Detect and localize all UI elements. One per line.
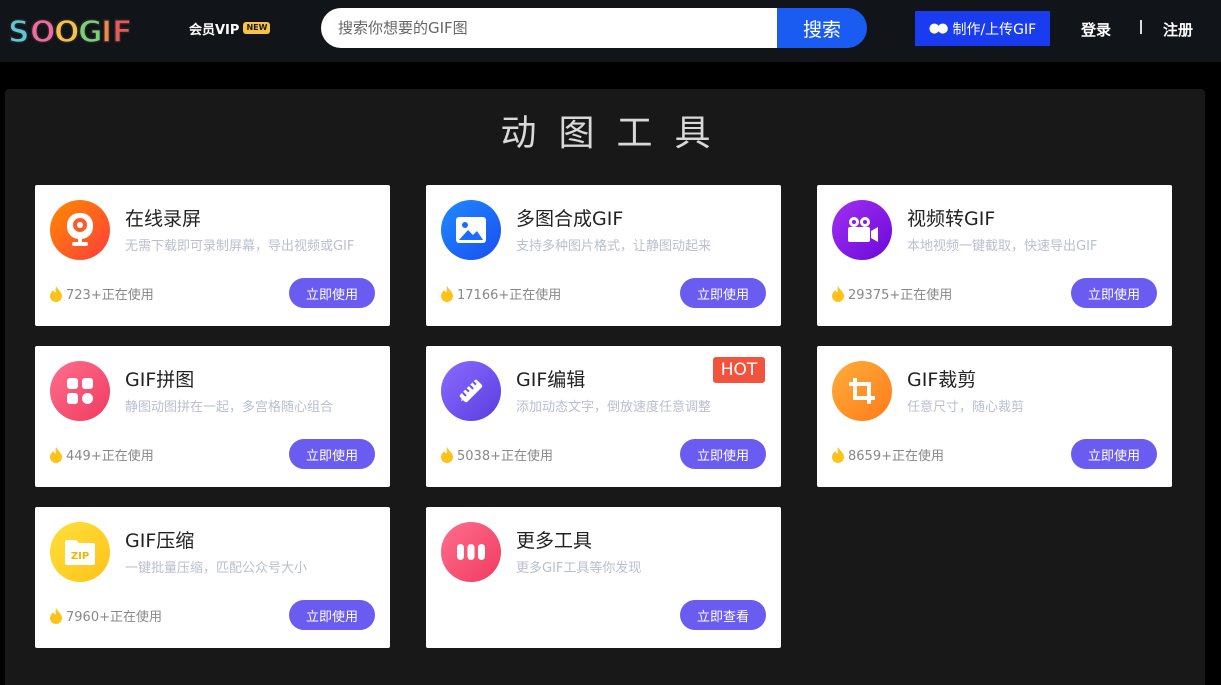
tool-title: GIF裁剪: [907, 369, 977, 391]
usage-count: 5038+正在使用: [440, 445, 553, 464]
usage-text: 449+正在使用: [66, 449, 154, 464]
use-now-button[interactable]: 立即使用: [289, 439, 375, 469]
usage-text: 17166+正在使用: [457, 288, 562, 303]
fire-icon: [50, 607, 62, 624]
svg-text:F: F: [112, 15, 130, 48]
usage-count: 17166+正在使用: [440, 284, 561, 303]
tool-description: 一键批量压缩，匹配公众号大小: [125, 561, 308, 576]
tool-description: 本地视频一键截取，快速导出GIF: [907, 239, 1098, 254]
svg-text:O: O: [30, 15, 56, 48]
use-now-button[interactable]: 立即使用: [680, 278, 766, 308]
video-camera-icon: [832, 200, 892, 260]
vip-link[interactable]: 会员VIP NEW: [189, 19, 271, 38]
tool-description: 静图动图拼在一起，多宫格随心组合: [125, 400, 334, 415]
usage-count: 7960+正在使用: [49, 606, 162, 625]
search-input[interactable]: [321, 8, 777, 48]
tool-title: GIF拼图: [125, 369, 195, 391]
tool-title: 更多工具: [516, 530, 593, 552]
make-upload-gif-button[interactable]: ●● 制作/上传GIF: [915, 11, 1050, 46]
usage-text: 8659+正在使用: [848, 449, 944, 464]
tool-title: GIF压缩: [125, 530, 195, 552]
search-bar: 搜索: [321, 8, 867, 48]
zip-folder-icon: ZIP: [50, 522, 110, 582]
use-now-button[interactable]: 立即使用: [1071, 278, 1157, 308]
tool-card-more-tools[interactable]: 更多工具 更多GIF工具等你发现 立即查看: [426, 507, 781, 648]
vip-label: 会员VIP: [189, 22, 240, 38]
fire-icon: [50, 285, 62, 302]
tool-description: 任意尺寸，随心裁剪: [907, 400, 1025, 415]
fire-icon: [441, 285, 453, 302]
tool-card-multi-image-gif[interactable]: 多图合成GIF 支持多种图片格式，让静图动起来 17166+正在使用 立即使用: [426, 185, 781, 326]
tool-title: 视频转GIF: [907, 208, 996, 230]
use-now-button[interactable]: 立即使用: [1071, 439, 1157, 469]
tool-description: 添加动态文字，倒放速度任意调整: [516, 400, 712, 415]
tool-description: 无需下载即可录制屏幕，导出视频或GIF: [125, 239, 355, 254]
tool-title: 在线录屏: [125, 208, 202, 230]
zip-icon-text: ZIP: [71, 551, 89, 562]
fire-icon: [441, 446, 453, 463]
fire-icon: [50, 446, 62, 463]
top-navbar: S O O G I F 会员VIP NEW 搜索 ●● 制作/上传GIF 登录 …: [0, 0, 1221, 62]
usage-count: 29375+正在使用: [831, 284, 952, 303]
svg-text:O: O: [54, 15, 80, 48]
more-icon: [441, 522, 501, 582]
make-upload-label: 制作/上传GIF: [952, 21, 1037, 38]
pencil-ruler-icon: [441, 361, 501, 421]
tool-card-screen-record[interactable]: 在线录屏 无需下载即可录制屏幕，导出视频或GIF 723+正在使用 立即使用: [35, 185, 390, 326]
register-link[interactable]: 注册: [1163, 19, 1193, 40]
svg-text:S: S: [8, 15, 30, 48]
page-title: 动图工具: [500, 113, 733, 154]
svg-text:I: I: [101, 15, 112, 48]
view-now-button[interactable]: 立即查看: [680, 600, 766, 630]
hot-badge: HOT: [713, 357, 765, 383]
fire-icon: [832, 446, 844, 463]
search-button[interactable]: 搜索: [777, 8, 867, 48]
usage-text: 723+正在使用: [66, 288, 154, 303]
image-icon: [441, 200, 501, 260]
grid-icon: [50, 361, 110, 421]
usage-text: 7960+正在使用: [66, 610, 162, 625]
tool-description: 更多GIF工具等你发现: [516, 561, 642, 576]
login-link[interactable]: 登录: [1081, 19, 1111, 40]
fire-icon: [832, 285, 844, 302]
new-badge: NEW: [243, 22, 271, 34]
use-now-button[interactable]: 立即使用: [289, 600, 375, 630]
usage-count: 449+正在使用: [49, 445, 154, 464]
usage-text: 5038+正在使用: [457, 449, 553, 464]
tool-card-gif-compress[interactable]: ZIP GIF压缩 一键批量压缩，匹配公众号大小 7960+正在使用 立即使用: [35, 507, 390, 648]
tool-card-gif-crop[interactable]: GIF裁剪 任意尺寸，随心裁剪 8659+正在使用 立即使用: [817, 346, 1172, 487]
svg-text:G: G: [78, 15, 103, 48]
tool-description: 支持多种图片格式，让静图动起来: [516, 239, 712, 254]
nav-divider: [1140, 20, 1142, 34]
tool-card-gif-edit[interactable]: GIF编辑 HOT 添加动态文字，倒放速度任意调整 5038+正在使用 立即使用: [426, 346, 781, 487]
use-now-button[interactable]: 立即使用: [289, 278, 375, 308]
tool-title: GIF编辑: [516, 369, 586, 391]
usage-count: 8659+正在使用: [831, 445, 944, 464]
tool-title: 多图合成GIF: [516, 208, 624, 230]
use-now-button[interactable]: 立即使用: [680, 439, 766, 469]
tool-card-video-to-gif[interactable]: 视频转GIF 本地视频一键截取，快速导出GIF 29375+正在使用 立即使用: [817, 185, 1172, 326]
tool-card-gif-collage[interactable]: GIF拼图 静图动图拼在一起，多宫格随心组合 449+正在使用 立即使用: [35, 346, 390, 487]
usage-count: 723+正在使用: [49, 284, 154, 303]
usage-text: 29375+正在使用: [848, 288, 953, 303]
eyes-icon: ●●: [928, 21, 949, 36]
soogif-logo[interactable]: S O O G I F: [8, 12, 130, 48]
webcam-icon: [50, 200, 110, 260]
crop-icon: [832, 361, 892, 421]
